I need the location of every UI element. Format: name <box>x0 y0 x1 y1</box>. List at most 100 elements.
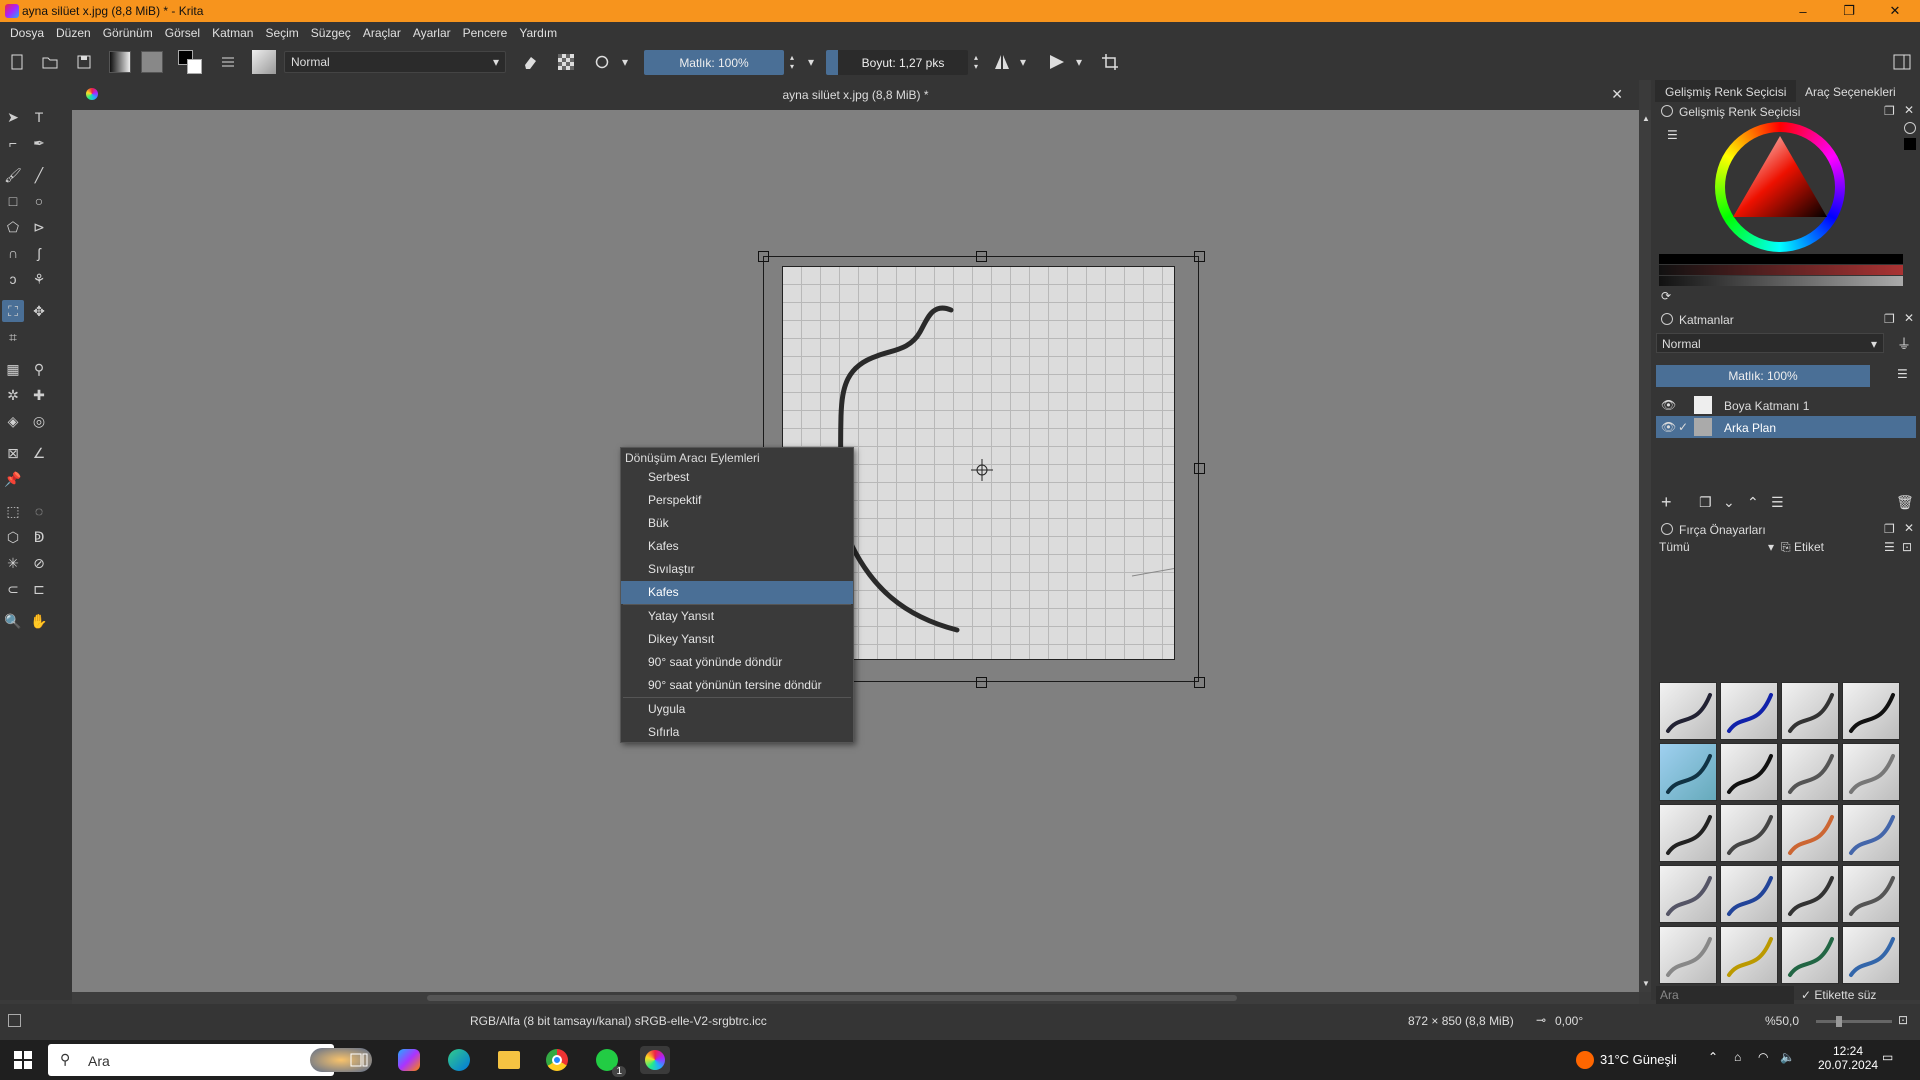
color-bar-black[interactable] <box>1659 254 1903 264</box>
tab-advanced-color[interactable]: Gelişmiş Renk Seçicisi <box>1655 80 1797 102</box>
brush-preset-tile[interactable] <box>1659 743 1717 801</box>
task-view-icon[interactable] <box>344 1046 374 1074</box>
brush-preset-tile[interactable] <box>1842 865 1900 923</box>
brush-preset-icon[interactable] <box>252 50 276 74</box>
ellipse-tool-icon[interactable]: ○ <box>28 190 50 212</box>
visibility-eye-icon[interactable]: 👁 <box>1661 398 1676 412</box>
duplicate-layer-icon[interactable]: ❐ <box>1699 494 1712 511</box>
maximize-button[interactable]: ❐ <box>1826 0 1872 22</box>
move-down-icon[interactable]: ⌄ <box>1723 494 1735 511</box>
zoom-slider[interactable] <box>1816 1016 1892 1027</box>
chrome-icon[interactable] <box>542 1046 572 1074</box>
refresh-icon[interactable]: ⟳ <box>1661 289 1671 303</box>
menu-item-reset[interactable]: Sıfırla <box>621 721 853 744</box>
menu-help[interactable]: Yardım <box>513 26 563 40</box>
brush-search-input[interactable]: Ara <box>1656 986 1794 1004</box>
color-picker-icon[interactable]: ⚲ <box>28 358 50 380</box>
size-stepper[interactable]: ▴ ▾ <box>970 50 982 74</box>
menu-item-free[interactable]: Serbest <box>621 466 853 489</box>
move-up-icon[interactable]: ⌃ <box>1747 494 1759 511</box>
transform-center-icon[interactable] <box>970 458 994 485</box>
brush-preset-tile[interactable] <box>1781 804 1839 862</box>
tag-filter-checkbox[interactable]: ✓ Etikette süz <box>1801 988 1876 1002</box>
brush-preset-tile[interactable] <box>1842 682 1900 740</box>
layer-row-active[interactable]: 👁 ✓ Arka Plan <box>1656 416 1916 438</box>
freehand-select-icon[interactable]: ↁ <box>28 526 50 548</box>
eraser-icon[interactable] <box>518 50 542 74</box>
vertical-scrollbar[interactable]: ▲ ▼ <box>1639 110 1651 992</box>
menu-item-perspective[interactable]: Perspektif <box>621 489 853 512</box>
float-icon[interactable]: ❐ <box>1884 104 1895 118</box>
layer-properties-icon[interactable]: ☰ <box>1771 494 1784 511</box>
layer-menu-icon[interactable]: ☰ <box>1897 367 1908 381</box>
text-tool-icon[interactable]: T <box>28 106 50 128</box>
freehand-path-icon[interactable]: ʃ <box>28 242 50 264</box>
brush-preset-tile[interactable] <box>1659 804 1717 862</box>
layer-blend-select[interactable]: Normal ▾ <box>1656 333 1884 353</box>
brush-preset-tile[interactable] <box>1659 682 1717 740</box>
lock-icon[interactable] <box>1661 105 1673 117</box>
dynamic-brush-icon[interactable]: ɔ <box>2 268 24 290</box>
pattern-icon[interactable] <box>140 50 164 74</box>
gradient-icon[interactable] <box>108 50 132 74</box>
menu-layer[interactable]: Katman <box>206 26 259 40</box>
rectangle-tool-icon[interactable]: □ <box>2 190 24 212</box>
brush-settings-icon[interactable] <box>216 50 240 74</box>
pan-tool-icon[interactable]: ✋ <box>28 610 50 632</box>
layer-opacity-slider[interactable]: Matlık: 100% <box>1656 365 1870 387</box>
brush-preset-tile[interactable] <box>1781 926 1839 984</box>
opacity-stepper[interactable]: ▴ ▾ <box>786 50 798 74</box>
chevron-down-icon[interactable]: ▾ <box>804 50 818 74</box>
float-icon[interactable]: ❐ <box>1884 522 1895 536</box>
menu-item-apply[interactable]: Uygula <box>621 698 853 721</box>
save-icon[interactable] <box>72 50 96 74</box>
close-icon[interactable]: ✕ <box>1904 311 1914 325</box>
menu-window[interactable]: Pencere <box>457 26 514 40</box>
tab-tool-options[interactable]: Araç Seçenekleri <box>1795 80 1906 102</box>
new-document-icon[interactable] <box>5 50 29 74</box>
transform-handle-tr[interactable] <box>1194 251 1205 262</box>
layer-row[interactable]: 👁 Boya Katmanı 1 <box>1656 394 1916 416</box>
rotate-icon[interactable]: ⊸ <box>1536 1013 1546 1027</box>
similar-select-icon[interactable]: ⊘ <box>28 552 50 574</box>
rect-select-icon[interactable]: ⬚ <box>2 500 24 522</box>
select-shapes-icon[interactable]: ➤ <box>2 106 24 128</box>
polygon-tool-icon[interactable]: ⬠ <box>2 216 24 238</box>
open-folder-icon[interactable] <box>38 50 62 74</box>
opacity-slider[interactable]: Matlık: 100% <box>644 50 784 75</box>
chevron-up-icon[interactable]: ⌃ <box>1708 1050 1718 1064</box>
brush-filter-select[interactable]: Tümü ▾ <box>1656 538 1776 556</box>
colorize-mask-icon[interactable]: ✲ <box>2 384 24 406</box>
menu-item-mesh[interactable]: Kafes <box>621 581 853 604</box>
horizontal-scrollbar[interactable] <box>72 992 1639 1004</box>
visibility-eye-icon[interactable]: 👁 <box>1661 420 1676 434</box>
close-icon[interactable]: ✕ <box>1904 103 1914 117</box>
measure-tool-icon[interactable]: ∠ <box>28 442 50 464</box>
menu-select[interactable]: Seçim <box>259 26 304 40</box>
blend-mode-select[interactable]: Normal ▾ <box>284 51 506 73</box>
transform-handle-r[interactable] <box>1194 463 1205 474</box>
clock[interactable]: 12:24 20.07.2024 <box>1818 1044 1878 1072</box>
brush-preset-tile[interactable] <box>1659 865 1717 923</box>
menu-settings[interactable]: Ayarlar <box>407 26 457 40</box>
bezier-tool-icon[interactable]: ∩ <box>2 242 24 264</box>
gradient-tool-icon[interactable]: ▦ <box>2 358 24 380</box>
freehand-brush-icon[interactable]: 🖌 <box>2 164 24 186</box>
brush-preset-tile[interactable] <box>1659 926 1717 984</box>
wrap-around-icon[interactable] <box>1098 50 1122 74</box>
minimize-button[interactable]: – <box>1780 0 1826 22</box>
view-options-icon[interactable]: ☰ <box>1884 540 1895 554</box>
close-icon[interactable]: ✕ <box>1904 521 1914 535</box>
fg-bg-color-icon[interactable] <box>178 50 202 74</box>
multibrush-icon[interactable]: ⚘ <box>28 268 50 290</box>
menu-edit[interactable]: Düzen <box>50 26 97 40</box>
brush-preset-tile[interactable] <box>1842 926 1900 984</box>
close-document-button[interactable]: ✕ <box>1611 86 1623 103</box>
fill-tool-icon[interactable]: ◈ <box>2 410 24 432</box>
copilot-icon[interactable] <box>394 1046 424 1074</box>
transform-handle-br[interactable] <box>1194 677 1205 688</box>
taskbar-search[interactable]: ⚲ Ara <box>48 1044 372 1076</box>
brush-preset-tile[interactable] <box>1781 682 1839 740</box>
calligraphy-icon[interactable]: ✒ <box>28 132 50 154</box>
ellipse-select-icon[interactable]: ◌ <box>28 500 50 522</box>
